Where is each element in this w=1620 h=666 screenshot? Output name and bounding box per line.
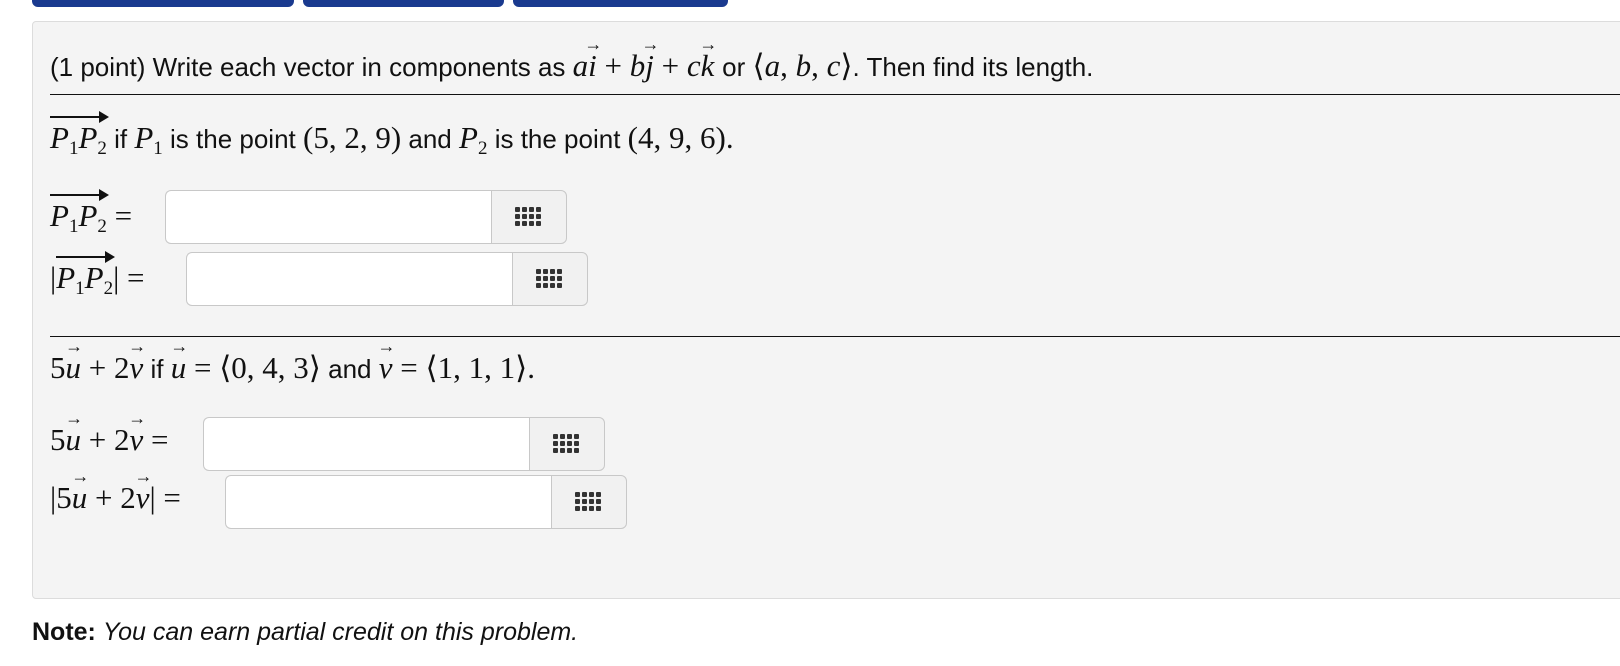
part1-is1: is the point — [170, 124, 296, 154]
v-definition: v → = ⟨1, 1, 1⟩ — [377, 336, 528, 385]
part1-statement: P1P2 if P1 is the point (5, 2, 9) and P2… — [50, 111, 734, 160]
part2-statement: 5u → + 2v → if u → = ⟨0, 4, 3⟩ and v → = ⟨1,… — [50, 336, 535, 386]
part1-and: and — [408, 124, 452, 154]
part2-answer1-label: 5u → + 2v → = — [50, 408, 169, 457]
part1-answer1-input[interactable] — [165, 190, 491, 244]
part2-end: . — [527, 350, 535, 385]
intro-prefix: (1 point) Write each vector in component… — [50, 52, 566, 82]
part2-answer1-input[interactable] — [203, 417, 529, 471]
part2-expr: 5u → + 2v → — [50, 336, 147, 385]
part2-if: if — [150, 354, 164, 384]
basis-formula: ai → + bj → + ck → — [572, 34, 718, 83]
component-formula: ⟨a, b, c⟩ — [752, 48, 853, 83]
intro-mid: or — [722, 52, 746, 82]
note-label: Note: — [32, 618, 96, 646]
keyboard-grid-icon[interactable] — [512, 252, 588, 306]
p2-point: (4, 9, 6) — [627, 120, 726, 155]
part1-answer2-field — [186, 252, 588, 306]
p1-point: (5, 2, 9) — [303, 120, 402, 155]
top-nav-button-2[interactable] — [303, 0, 504, 7]
u-definition: u → = ⟨0, 4, 3⟩ — [170, 336, 321, 385]
p2-name: P2 — [459, 120, 488, 159]
part2-answer2-input[interactable] — [225, 475, 551, 529]
part1-answer2-label: |P1P2 | = — [50, 251, 145, 300]
part1-answer1-label: P1P2 = — [50, 189, 132, 238]
part2-answer2-field — [225, 475, 627, 529]
p1-name: P1 — [134, 120, 163, 159]
divider-1 — [50, 94, 1620, 95]
note-text: You can earn partial credit on this prob… — [102, 618, 579, 646]
keyboard-grid-icon[interactable] — [551, 475, 627, 529]
part2-answer2-label: |5u → + 2v → | = — [50, 466, 181, 515]
part1-end: . — [725, 120, 734, 155]
part1-answer1-field — [165, 190, 567, 244]
problem-intro: (1 point) Write each vector in component… — [50, 34, 1094, 84]
top-nav-button-1[interactable] — [32, 0, 294, 7]
keyboard-grid-icon[interactable] — [491, 190, 567, 244]
part2-answer1-field — [203, 417, 605, 471]
intro-suffix: . Then find its length. — [852, 52, 1094, 82]
part2-and: and — [328, 354, 372, 384]
part1-answer2-input[interactable] — [186, 252, 512, 306]
divider-2 — [50, 336, 1620, 337]
part1-is2: is the point — [494, 124, 621, 154]
partial-credit-note: Note: You can earn partial credit on thi… — [32, 618, 578, 647]
keyboard-grid-icon[interactable] — [529, 417, 605, 471]
vector-p1p2: P1P2 — [50, 111, 109, 160]
top-nav-button-3[interactable] — [513, 0, 728, 7]
part1-if: if — [114, 124, 128, 154]
